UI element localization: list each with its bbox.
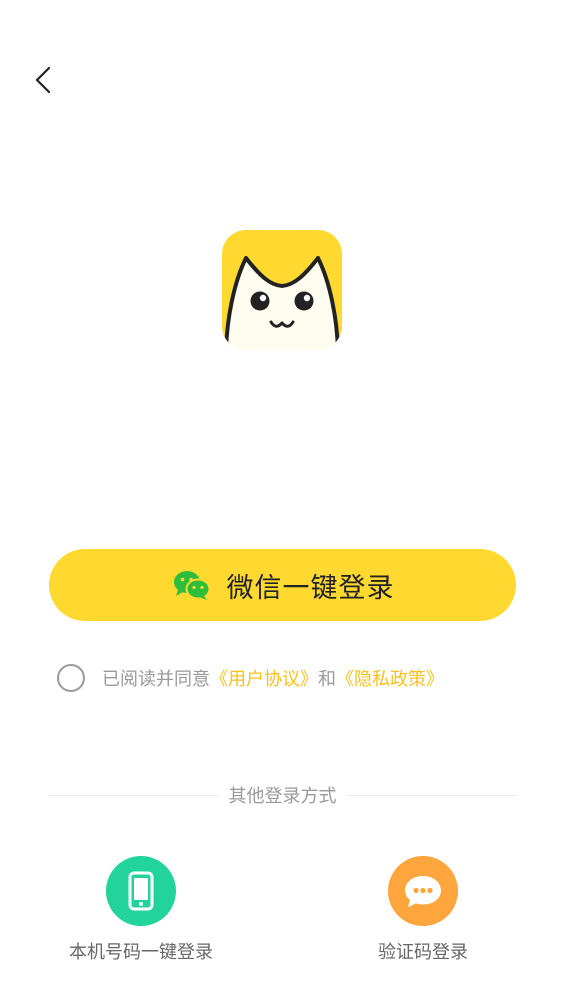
other-login-divider: 其他登录方式 [48,781,517,809]
back-button[interactable] [24,60,64,100]
phone-login-circle [106,856,176,926]
agreement-prefix: 已阅读并同意 [102,669,210,690]
sms-login-option[interactable]: 验证码登录 [323,856,523,964]
sms-login-label: 验证码登录 [378,942,468,963]
app-logo [222,230,342,350]
wechat-icon [173,571,210,600]
chevron-left-icon [35,66,51,94]
other-login-title: 其他登录方式 [228,786,337,807]
agree-checkbox[interactable] [57,664,85,692]
sms-login-circle [388,856,458,926]
divider-line-left [48,794,219,796]
agreement-conjunction: 和 [318,669,336,690]
chat-bubble-icon [405,876,441,907]
wechat-login-label: 微信一键登录 [226,572,395,604]
agreement-row: 已阅读并同意 《用户协议》 和 《隐私政策》 [57,660,444,696]
phone-login-option[interactable]: 本机号码一键登录 [41,856,241,964]
wechat-login-button[interactable]: 微信一键登录 [49,549,516,621]
cat-face-logo [222,230,342,350]
user-agreement-link[interactable]: 《用户协议》 [210,665,318,691]
phone-login-label: 本机号码一键登录 [69,942,213,963]
phone-icon [128,871,154,911]
divider-line-right [346,794,517,796]
privacy-policy-link[interactable]: 《隐私政策》 [336,665,444,691]
